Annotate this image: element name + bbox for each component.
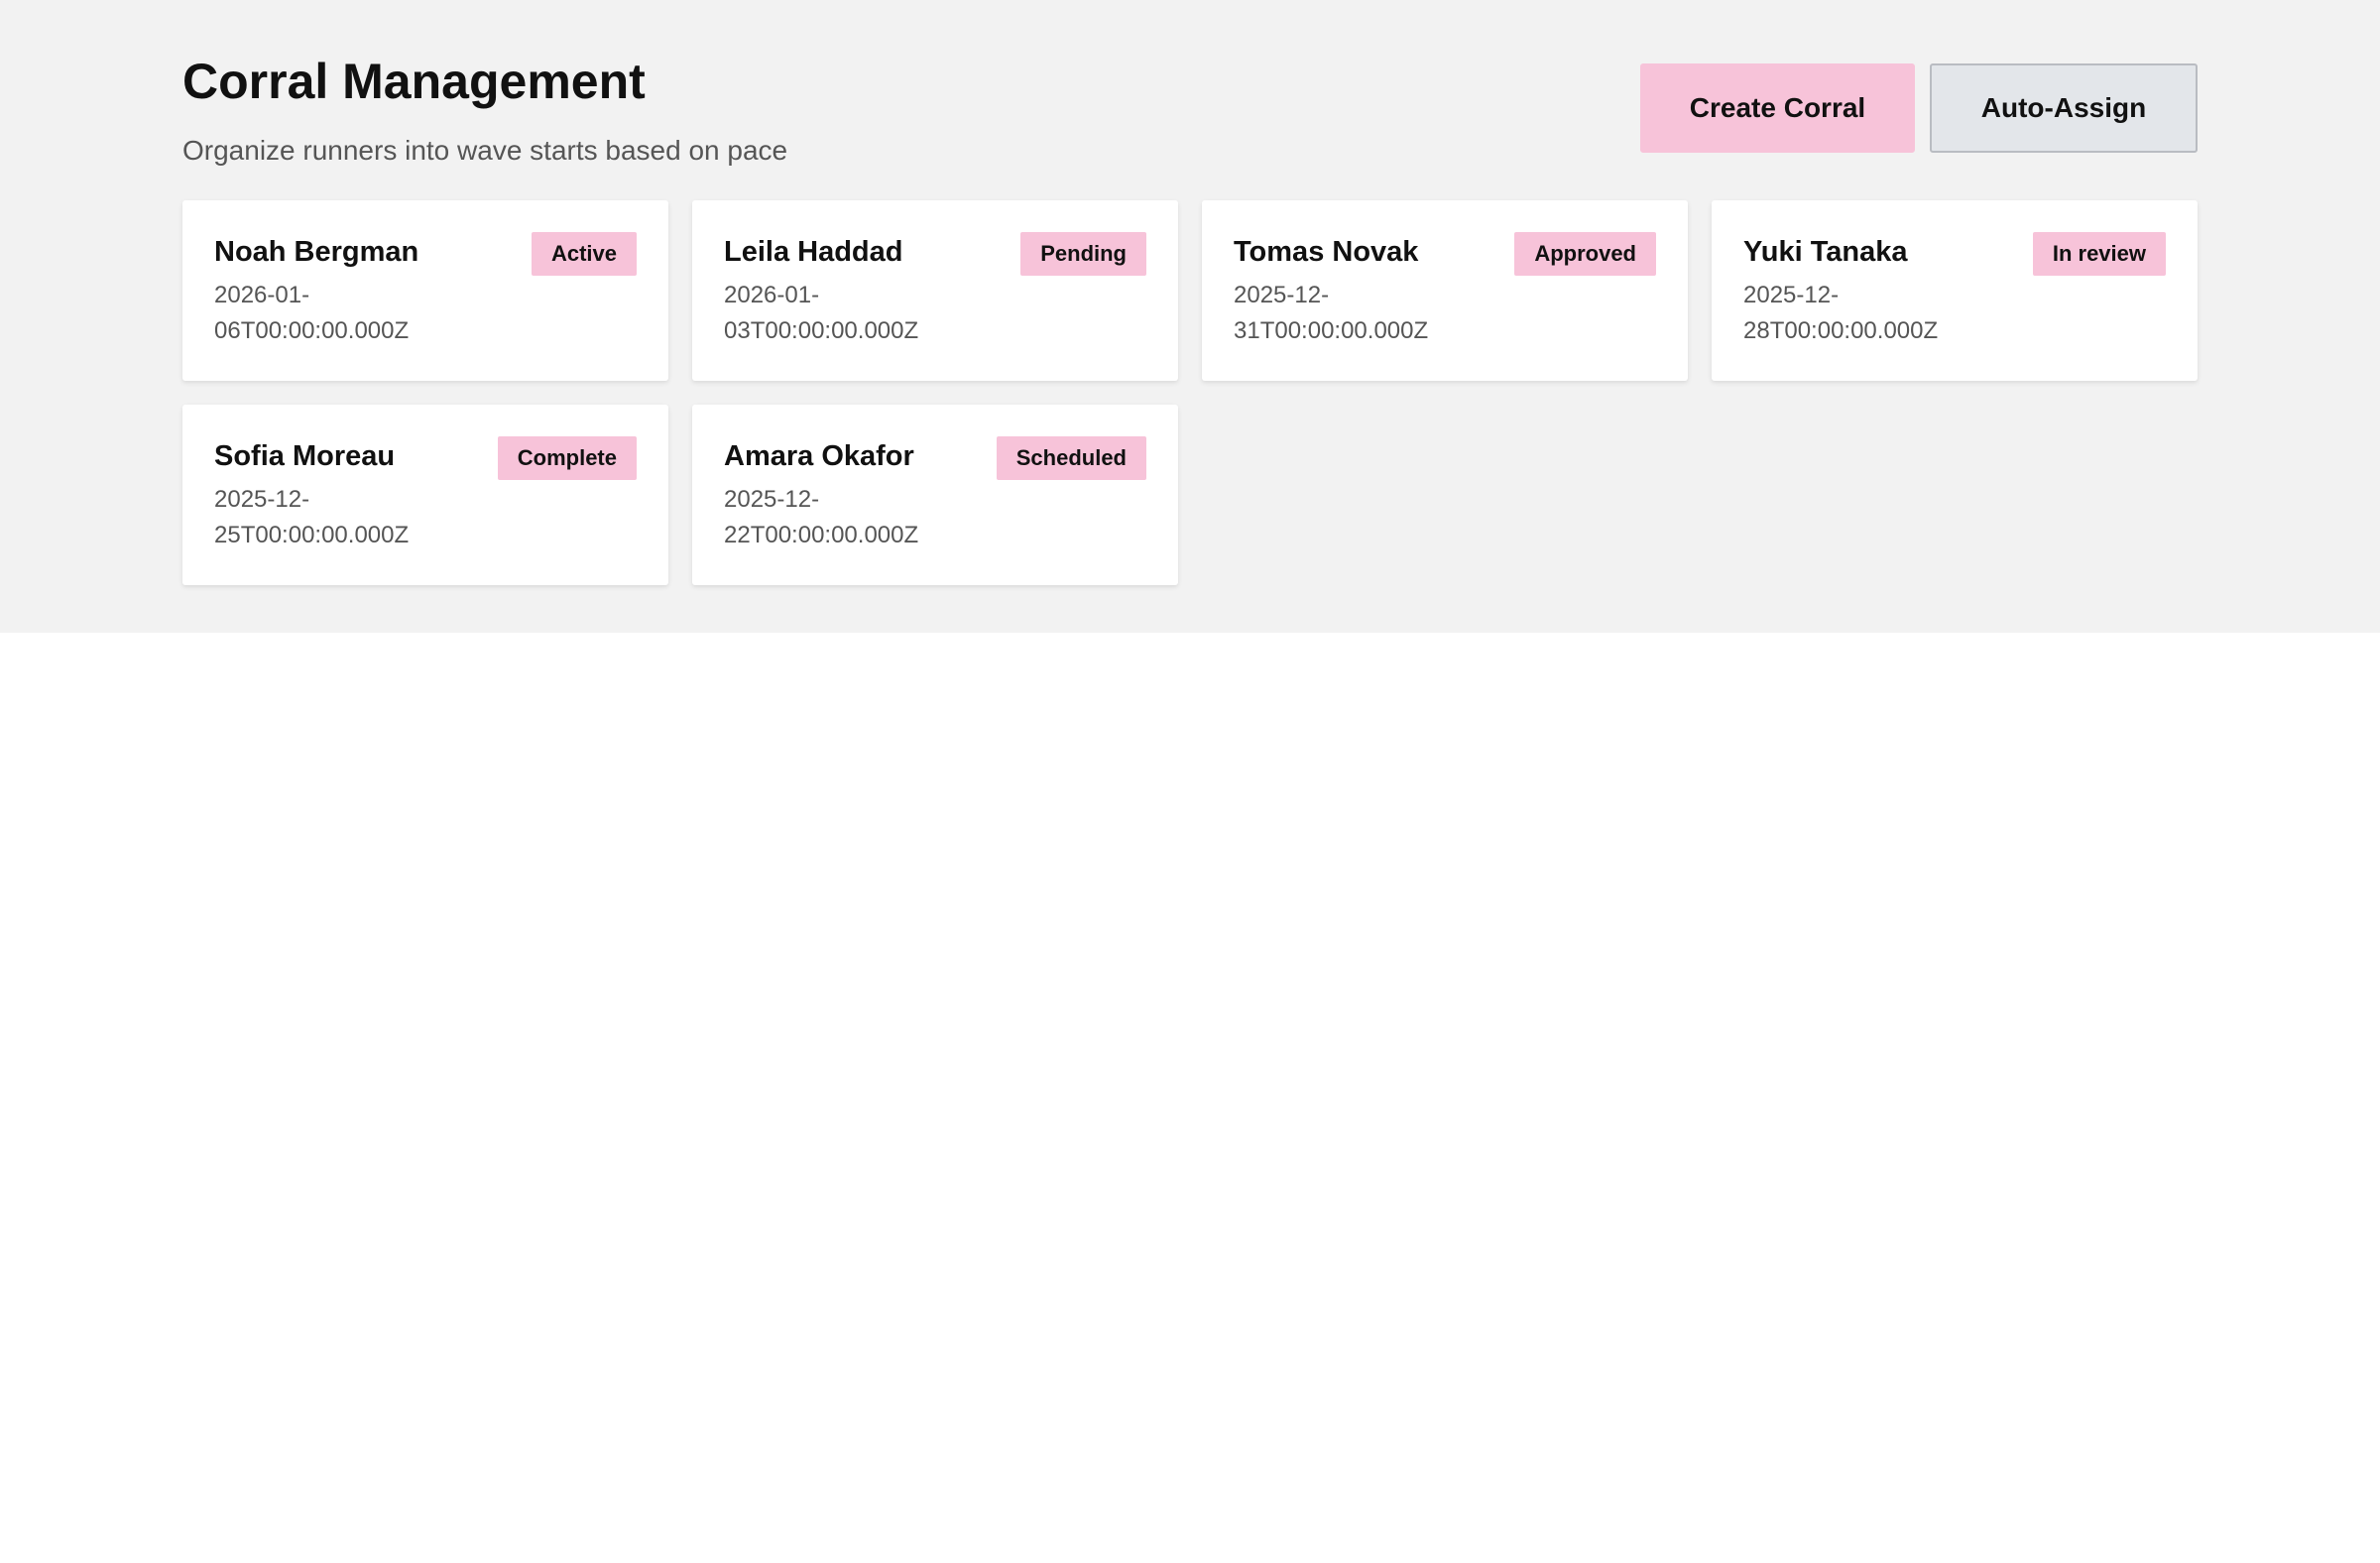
date-line-1: 2025-12- (1234, 282, 1330, 308)
corral-card[interactable]: Noah Bergman Active 2026-01- 06T00:00:00.… (182, 200, 668, 381)
date-line-2: 25T00:00:00.000Z (214, 522, 410, 548)
card-date: 2026-01- 03T00:00:00.000Z (724, 278, 962, 349)
card-date: 2026-01- 06T00:00:00.000Z (214, 278, 452, 349)
runner-name: Yuki Tanaka (1743, 236, 1908, 268)
status-badge: Active (531, 232, 637, 276)
date-line-2: 22T00:00:00.000Z (724, 522, 919, 548)
date-line-1: 2026-01- (724, 282, 820, 308)
runner-name: Sofia Moreau (214, 440, 396, 472)
status-badge: Scheduled (996, 436, 1146, 480)
card-date: 2025-12- 28T00:00:00.000Z (1743, 278, 1981, 349)
corral-card[interactable]: Amara Okafor Scheduled 2025-12- 22T00:00:… (692, 405, 1178, 585)
corral-card[interactable]: Tomas Novak Approved 2025-12- 31T00:00:00… (1202, 200, 1688, 381)
status-badge: Complete (497, 436, 637, 480)
date-line-2: 28T00:00:00.000Z (1743, 317, 1939, 344)
corral-card[interactable]: Sofia Moreau Complete 2025-12- 25T00:00:0… (182, 405, 668, 585)
runner-name: Tomas Novak (1234, 236, 1419, 268)
corral-management-panel: Corral Management Organize runners into … (0, 0, 2380, 633)
date-line-1: 2026-01- (214, 282, 310, 308)
runner-name: Noah Bergman (214, 236, 419, 268)
page-title: Corral Management (182, 54, 646, 109)
date-line-1: 2025-12- (214, 486, 310, 513)
card-date: 2025-12- 22T00:00:00.000Z (724, 482, 962, 553)
card-date: 2025-12- 31T00:00:00.000Z (1234, 278, 1472, 349)
corral-card-grid: Noah Bergman Active 2026-01- 06T00:00:00.… (182, 200, 2198, 585)
page-subtitle: Organize runners into wave starts based … (182, 135, 788, 166)
runner-name: Amara Okafor (724, 440, 914, 472)
runner-name: Leila Haddad (724, 236, 903, 268)
card-date: 2025-12- 25T00:00:00.000Z (214, 482, 452, 553)
create-corral-button[interactable]: Create Corral (1640, 63, 1915, 153)
status-badge: Pending (1020, 232, 1146, 276)
date-line-2: 03T00:00:00.000Z (724, 317, 919, 344)
corral-card[interactable]: Yuki Tanaka In review 2025-12- 28T00:00:0… (1712, 200, 2198, 381)
page-header: Corral Management Organize runners into … (182, 52, 2198, 171)
date-line-1: 2025-12- (1743, 282, 1840, 308)
date-line-2: 31T00:00:00.000Z (1234, 317, 1429, 344)
auto-assign-button[interactable]: Auto-Assign (1930, 63, 2198, 153)
corral-card[interactable]: Leila Haddad Pending 2026-01- 03T00:00:00… (692, 200, 1178, 381)
status-badge: Approved (1514, 232, 1656, 276)
status-badge: In review (2032, 232, 2166, 276)
date-line-1: 2025-12- (724, 486, 820, 513)
date-line-2: 06T00:00:00.000Z (214, 317, 410, 344)
